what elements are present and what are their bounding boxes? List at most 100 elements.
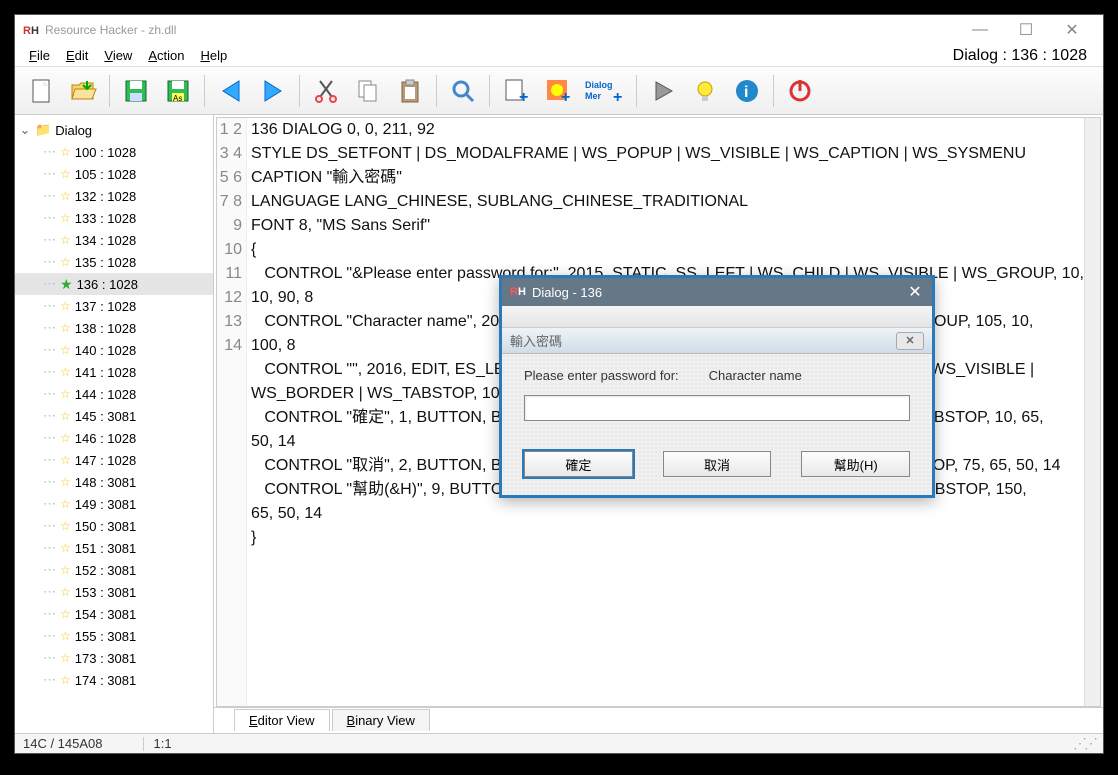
ok-button[interactable]: 確定 <box>524 451 633 477</box>
preview-title: Dialog - 136 <box>532 285 602 300</box>
tree-item-label: 150 : 3081 <box>75 519 136 534</box>
tree-item[interactable]: ⋯☆140 : 1028 <box>15 339 213 361</box>
password-input[interactable] <box>524 395 910 421</box>
folder-icon: 📁 <box>35 122 51 138</box>
tree-item[interactable]: ⋯☆137 : 1028 <box>15 295 213 317</box>
tree-item[interactable]: ⋯☆153 : 3081 <box>15 581 213 603</box>
dialog-close-button[interactable]: ✕ <box>896 332 924 350</box>
line-gutter: 1 2 3 4 5 6 7 8 9 10 11 12 13 14 <box>217 118 247 706</box>
tree-connector: ⋯ <box>43 232 56 248</box>
tree-item[interactable]: ⋯★136 : 1028 <box>15 273 213 295</box>
dialog-preview-window[interactable]: RH Dialog - 136 ✕ 輸入密碼 ✕ Please enter pa… <box>499 275 935 498</box>
menu-action[interactable]: Action <box>140 46 192 65</box>
tab-editor-view[interactable]: Editor View <box>234 709 330 731</box>
tree-connector: ⋯ <box>43 386 56 402</box>
vertical-scrollbar[interactable] <box>1084 118 1100 706</box>
cut-button[interactable] <box>306 73 346 109</box>
tree-item[interactable]: ⋯☆144 : 1028 <box>15 383 213 405</box>
tree-item[interactable]: ⋯☆132 : 1028 <box>15 185 213 207</box>
add-resource-button[interactable]: + <box>538 73 578 109</box>
resize-grip[interactable]: ⋰⋰ <box>1073 735 1095 752</box>
svg-text:i: i <box>744 84 748 101</box>
star-icon: ☆ <box>60 629 71 643</box>
star-icon: ☆ <box>60 453 71 467</box>
paste-button[interactable] <box>390 73 430 109</box>
star-icon: ☆ <box>60 431 71 445</box>
nav-forward-button[interactable] <box>253 73 293 109</box>
tree-connector: ⋯ <box>43 628 56 644</box>
tree-connector: ⋯ <box>43 276 56 292</box>
tree-item[interactable]: ⋯☆100 : 1028 <box>15 141 213 163</box>
nav-back-button[interactable] <box>211 73 251 109</box>
toolbar-separator <box>436 75 437 107</box>
play-button[interactable] <box>643 73 683 109</box>
copy-button[interactable] <box>348 73 388 109</box>
close-button[interactable]: ✕ <box>1049 15 1095 45</box>
save-as-button[interactable]: As <box>158 73 198 109</box>
svg-text:H: H <box>31 25 39 37</box>
tree-item[interactable]: ⋯☆148 : 3081 <box>15 471 213 493</box>
tree-item[interactable]: ⋯☆135 : 1028 <box>15 251 213 273</box>
dialog-caption-bar[interactable]: 輸入密碼 ✕ <box>502 328 932 354</box>
tree-item[interactable]: ⋯☆173 : 3081 <box>15 647 213 669</box>
open-folder-button[interactable] <box>63 73 103 109</box>
save-button[interactable] <box>116 73 156 109</box>
tab-binary-view[interactable]: Binary View <box>332 709 430 731</box>
minimize-button[interactable]: — <box>957 15 1003 45</box>
new-file-button[interactable] <box>21 73 61 109</box>
menu-view[interactable]: View <box>96 46 140 65</box>
star-icon: ☆ <box>60 189 71 203</box>
tree-item[interactable]: ⋯☆154 : 3081 <box>15 603 213 625</box>
toolbar-separator <box>109 75 110 107</box>
tree-item[interactable]: ⋯☆145 : 3081 <box>15 405 213 427</box>
bulb-button[interactable] <box>685 73 725 109</box>
tree-item-label: 141 : 1028 <box>75 365 136 380</box>
tree-item[interactable]: ⋯☆133 : 1028 <box>15 207 213 229</box>
tree-folder-dialog[interactable]: ⌄ 📁 Dialog <box>15 119 213 141</box>
info-button[interactable]: i <box>727 73 767 109</box>
tree-connector: ⋯ <box>43 320 56 336</box>
tree-item[interactable]: ⋯☆150 : 3081 <box>15 515 213 537</box>
preview-titlebar[interactable]: RH Dialog - 136 ✕ <box>502 278 932 306</box>
tree-item[interactable]: ⋯☆138 : 1028 <box>15 317 213 339</box>
dialog-label-prompt: Please enter password for: <box>524 368 679 383</box>
power-button[interactable] <box>780 73 820 109</box>
star-icon: ☆ <box>60 497 71 511</box>
menu-edit[interactable]: Edit <box>58 46 96 65</box>
chevron-down-icon[interactable]: ⌄ <box>19 122 31 138</box>
tree-item-label: 154 : 3081 <box>75 607 136 622</box>
tree-item[interactable]: ⋯☆141 : 1028 <box>15 361 213 383</box>
resource-tree[interactable]: ⌄ 📁 Dialog ⋯☆100 : 1028⋯☆105 : 1028⋯☆132… <box>15 115 214 733</box>
tree-connector: ⋯ <box>43 342 56 358</box>
tree-item-label: 132 : 1028 <box>75 189 136 204</box>
dialog-merge-button[interactable]: DialogMer+ <box>580 73 630 109</box>
tree-item[interactable]: ⋯☆151 : 3081 <box>15 537 213 559</box>
view-tabs: Editor View Binary View <box>214 707 1103 733</box>
tree-item[interactable]: ⋯☆146 : 1028 <box>15 427 213 449</box>
menu-help[interactable]: Help <box>192 46 235 65</box>
star-icon: ☆ <box>60 211 71 225</box>
preview-close-button[interactable]: ✕ <box>906 283 924 301</box>
tree-item[interactable]: ⋯☆149 : 3081 <box>15 493 213 515</box>
svg-text:Dialog: Dialog <box>585 80 613 90</box>
tree-item[interactable]: ⋯☆174 : 3081 <box>15 669 213 691</box>
add-script-button[interactable]: + <box>496 73 536 109</box>
tree-item[interactable]: ⋯☆155 : 3081 <box>15 625 213 647</box>
find-button[interactable] <box>443 73 483 109</box>
cancel-button[interactable]: 取消 <box>663 451 772 477</box>
maximize-button[interactable]: ☐ <box>1003 15 1049 45</box>
help-button[interactable]: 幫助(H) <box>801 451 910 477</box>
tree-item[interactable]: ⋯☆105 : 1028 <box>15 163 213 185</box>
tree-connector: ⋯ <box>43 166 56 182</box>
tree-item[interactable]: ⋯☆147 : 1028 <box>15 449 213 471</box>
menu-file[interactable]: File <box>21 46 58 65</box>
tree-connector: ⋯ <box>43 298 56 314</box>
tree-item[interactable]: ⋯☆152 : 3081 <box>15 559 213 581</box>
tree-item[interactable]: ⋯☆134 : 1028 <box>15 229 213 251</box>
tree-connector: ⋯ <box>43 584 56 600</box>
tree-connector: ⋯ <box>43 562 56 578</box>
star-icon: ☆ <box>60 673 71 687</box>
tree-connector: ⋯ <box>43 540 56 556</box>
svg-text:+: + <box>519 89 528 105</box>
tree-item-label: 147 : 1028 <box>75 453 136 468</box>
